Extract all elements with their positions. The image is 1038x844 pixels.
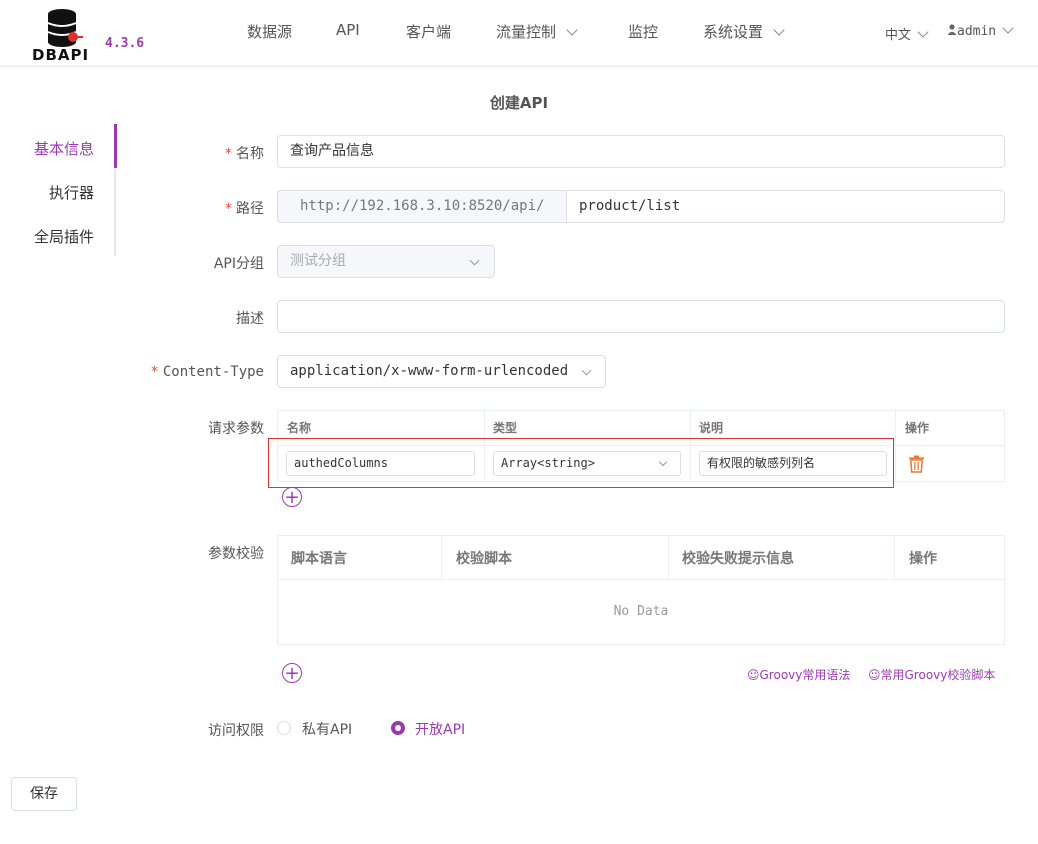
private-api-radio[interactable] [277,721,291,735]
path-prefix: http://192.168.3.10:8520/api/ [277,190,566,223]
params-col-name: 名称 [287,421,312,435]
description-label: 描述 [236,311,264,327]
content-type-select[interactable]: application/x-www-form-urlencoded [277,355,606,388]
validation-col-action: 操作 [909,551,937,567]
validation-empty-text: No Data [613,604,669,619]
group-select[interactable]: 测试分组 [277,245,495,278]
trash-icon[interactable] [908,455,925,473]
sidebar-item-global-plugins[interactable]: 全局插件 [0,226,94,247]
validation-col-script: 校验脚本 [456,551,512,567]
description-input[interactable] [277,300,1005,333]
logo-text: DBAPI [32,46,90,64]
highlight-box [268,438,894,488]
nav-monitor[interactable]: 监控 [628,21,658,42]
validation-col-message: 校验失败提示信息 [682,551,794,567]
save-button[interactable]: 保存 [11,777,77,811]
chevron-down-icon [566,24,578,36]
group-label: API分组 [213,256,264,272]
chevron-down-icon [773,24,785,36]
params-col-type: 类型 [493,421,518,435]
name-label: * 名称 [225,146,264,162]
validation-header-row [278,536,1004,580]
open-api-label[interactable]: 开放API [415,719,465,739]
version-label: 4.3.6 [105,36,145,51]
groovy-syntax-link[interactable]: ☺Groovy常用语法 [747,666,850,683]
sidebar-item-basic-info[interactable]: 基本信息 [0,138,94,159]
chevron-down-icon [581,365,592,376]
top-header: DBAPI 4.3.6 数据源 API 客户端 流量控制 监控 系统设置 中文 … [0,0,1038,66]
sidebar-item-executor[interactable]: 执行器 [0,182,94,203]
chevron-down-icon [917,26,929,38]
access-label: 访问权限 [208,723,264,739]
user-icon [947,24,957,35]
sidebar-active-indicator [114,124,117,168]
validation-label: 参数校验 [208,546,264,562]
validation-table: 脚本语言 校验脚本 校验失败提示信息 操作 No Data [277,535,1005,645]
nav-client[interactable]: 客户端 [406,21,451,42]
chevron-down-icon [1002,22,1014,34]
language-switch[interactable]: 中文 [885,24,929,43]
open-api-radio[interactable] [391,721,405,735]
groovy-scripts-link[interactable]: ☺常用Groovy校验脚本 [868,666,995,683]
nav-traffic-control[interactable]: 流量控制 [496,21,578,42]
nav-system-settings[interactable]: 系统设置 [703,21,785,42]
content-type-label: * Content-Type [150,364,264,380]
nav-datasource[interactable]: 数据源 [247,21,292,42]
name-input[interactable]: 查询产品信息 [277,135,1005,168]
add-param-plus-icon[interactable]: + [282,487,302,507]
params-col-desc: 说明 [699,421,724,435]
private-api-label[interactable]: 私有API [302,719,352,739]
validation-col-language: 脚本语言 [291,551,347,567]
nav-api[interactable]: API [336,21,360,39]
params-col-action: 操作 [905,421,930,435]
chevron-down-icon [469,255,480,266]
add-validation-plus-icon[interactable]: + [282,663,302,683]
path-input[interactable]: product/list [566,190,1005,223]
request-params-label: 请求参数 [208,421,264,437]
user-menu[interactable]: admin [947,22,1014,39]
path-label: * 路径 [225,201,264,217]
page-title: 创建API [489,94,549,112]
